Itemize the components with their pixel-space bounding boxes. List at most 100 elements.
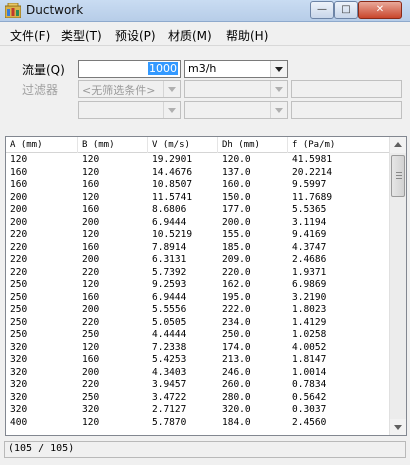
cell-f: 1.0258: [292, 329, 327, 340]
table-row[interactable]: 160 120 14.4676 137.0 20.2214: [6, 167, 390, 180]
vertical-scrollbar[interactable]: [389, 137, 406, 435]
menu-material[interactable]: 材质(M): [168, 27, 212, 44]
cell-f: 1.0014: [292, 366, 327, 378]
filter-condition-select[interactable]: <无筛选条件>: [78, 80, 181, 98]
cell-f: 20.2214: [292, 166, 333, 178]
chevron-down-icon[interactable]: [163, 81, 180, 97]
cell-b: 320: [82, 404, 100, 415]
column-header-v[interactable]: V (m/s): [148, 137, 218, 153]
cell-f: 5.5365: [292, 204, 327, 215]
chevron-down-icon[interactable]: [270, 81, 287, 97]
table-row[interactable]: 320 160 5.4253 213.0 1.8147: [6, 354, 390, 367]
table-row[interactable]: 250 200 5.5556 222.0 1.8023: [6, 304, 390, 317]
cell-dh: 260.0: [222, 379, 251, 390]
cell-f: 41.5981: [292, 154, 333, 165]
cell-v: 5.0505: [152, 316, 187, 328]
cell-v: 14.4676: [152, 166, 193, 178]
menu-help[interactable]: 帮助(H): [226, 27, 268, 44]
flow-label: 流量(Q): [22, 63, 65, 77]
record-count: (105 / 105): [8, 443, 75, 454]
results-table[interactable]: A (mm) B (mm) V (m/s) Dh (mm) f (Pa/m) 1…: [5, 136, 407, 436]
table-row[interactable]: 250 120 9.2593 162.0 6.9869: [6, 279, 390, 292]
table-row[interactable]: 200 200 6.9444 200.0 3.1194: [6, 217, 390, 230]
table-row[interactable]: 120 120 19.2901 120.0 41.5981: [6, 154, 390, 167]
cell-v: 4.4444: [152, 329, 187, 340]
chevron-down-icon[interactable]: [270, 61, 287, 77]
cell-b: 220: [82, 379, 100, 390]
table-row[interactable]: 320 120 7.2338 174.0 4.0052: [6, 342, 390, 355]
table-row[interactable]: 160 160 10.8507 160.0 9.5997: [6, 179, 390, 192]
flow-unit-select[interactable]: m3/h: [184, 60, 288, 78]
table-header: A (mm) B (mm) V (m/s) Dh (mm) f (Pa/m): [6, 137, 390, 153]
minimize-button[interactable]: —: [310, 1, 334, 19]
cell-v: 3.9457: [152, 379, 187, 390]
menu-file[interactable]: 文件(F): [10, 27, 50, 44]
cell-f: 2.4686: [292, 254, 327, 265]
cell-f: 1.9371: [292, 266, 327, 278]
cell-v: 6.9444: [152, 291, 187, 303]
cell-v: 2.7127: [152, 404, 187, 415]
cell-dh: 250.0: [222, 329, 251, 340]
scroll-up-icon[interactable]: [390, 137, 406, 153]
cell-dh: 222.0: [222, 304, 251, 315]
column-header-b[interactable]: B (mm): [78, 137, 148, 153]
table-body: 120 120 19.2901 120.0 41.5981 160 120 14.4676 13…: [6, 154, 390, 429]
filter-value-input[interactable]: [291, 80, 402, 98]
table-row[interactable]: 250 220 5.0505 234.0 1.4129: [6, 317, 390, 330]
cell-dh: 155.0: [222, 229, 251, 240]
menu-type[interactable]: 类型(T): [61, 27, 102, 44]
cell-f: 1.8147: [292, 354, 327, 365]
cell-f: 1.4129: [292, 316, 327, 328]
column-header-f[interactable]: f (Pa/m): [288, 137, 390, 153]
table-row[interactable]: 320 320 2.7127 320.0 0.3037: [6, 404, 390, 417]
window-title: Ductwork: [26, 3, 84, 17]
table-row[interactable]: 220 220 5.7392 220.0 1.9371: [6, 267, 390, 280]
cell-b: 220: [82, 316, 100, 328]
cell-f: 0.7834: [292, 379, 327, 390]
table-row[interactable]: 220 120 10.5219 155.0 9.4169: [6, 229, 390, 242]
maximize-button[interactable]: □: [334, 1, 358, 19]
cell-a: 160: [10, 179, 28, 190]
table-row[interactable]: 200 120 11.5741 150.0 11.7689: [6, 192, 390, 205]
table-row[interactable]: 320 200 4.3403 246.0 1.0014: [6, 367, 390, 380]
table-row[interactable]: 220 200 6.3131 209.0 2.4686: [6, 254, 390, 267]
cell-b: 250: [82, 329, 100, 340]
close-button[interactable]: ✕: [358, 1, 402, 19]
cell-a: 220: [10, 229, 28, 240]
filter-value2-input[interactable]: [291, 101, 402, 119]
flow-unit-value: m3/h: [188, 62, 217, 75]
cell-f: 3.2190: [292, 291, 327, 303]
cell-b: 200: [82, 216, 100, 228]
cell-dh: 220.0: [222, 266, 251, 278]
cell-dh: 195.0: [222, 291, 251, 303]
table-row[interactable]: 400 120 5.7870 184.0 2.4560: [6, 417, 390, 430]
cell-b: 160: [82, 241, 100, 253]
scrollbar-thumb[interactable]: [391, 155, 405, 197]
flow-input[interactable]: 1000: [78, 60, 181, 78]
filter-field2-select[interactable]: [184, 101, 288, 119]
table-row[interactable]: 250 250 4.4444 250.0 1.0258: [6, 329, 390, 342]
table-row[interactable]: 220 160 7.8914 185.0 4.3747: [6, 242, 390, 255]
cell-v: 5.7870: [152, 416, 187, 428]
cell-b: 120: [82, 166, 100, 178]
scroll-down-icon[interactable]: [390, 419, 406, 435]
cell-v: 10.8507: [152, 179, 193, 190]
cell-f: 6.9869: [292, 279, 327, 290]
table-row[interactable]: 200 160 8.6806 177.0 5.5365: [6, 204, 390, 217]
table-row[interactable]: 320 250 3.4722 280.0 0.5642: [6, 392, 390, 405]
filter-condition2-select[interactable]: [78, 101, 181, 119]
column-header-a[interactable]: A (mm): [6, 137, 78, 153]
cell-b: 120: [82, 191, 100, 203]
table-row[interactable]: 250 160 6.9444 195.0 3.2190: [6, 292, 390, 305]
chevron-down-icon[interactable]: [163, 102, 180, 118]
cell-a: 250: [10, 304, 28, 315]
column-header-dh[interactable]: Dh (mm): [218, 137, 288, 153]
table-row[interactable]: 320 220 3.9457 260.0 0.7834: [6, 379, 390, 392]
cell-v: 3.4722: [152, 391, 187, 403]
filter-field-select[interactable]: [184, 80, 288, 98]
cell-v: 10.5219: [152, 229, 193, 240]
cell-f: 4.0052: [292, 341, 327, 353]
cell-dh: 280.0: [222, 391, 251, 403]
chevron-down-icon[interactable]: [270, 102, 287, 118]
menu-preset[interactable]: 预设(P): [115, 27, 156, 44]
